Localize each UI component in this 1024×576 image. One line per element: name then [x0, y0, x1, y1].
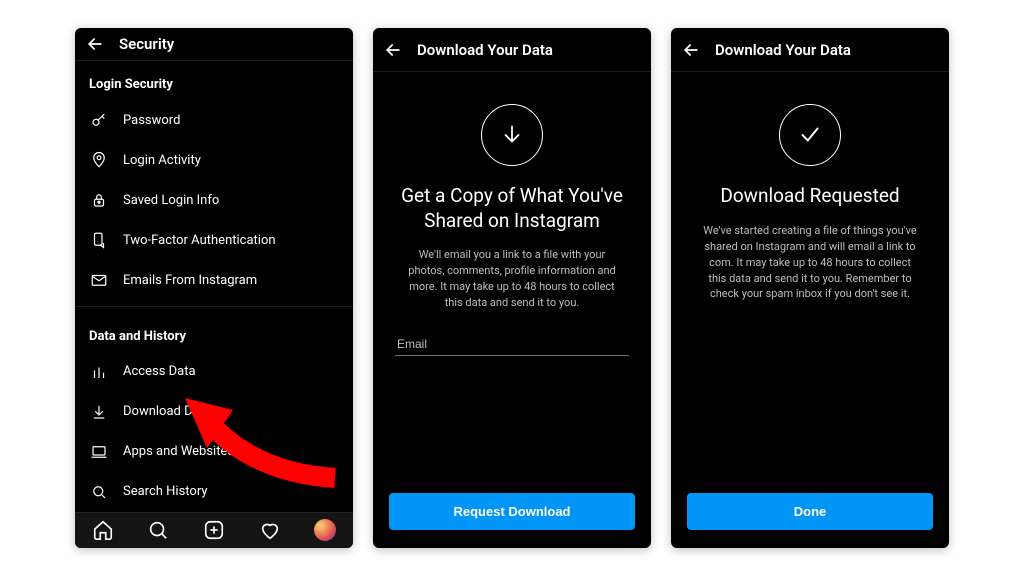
topbar: Download Your Data	[373, 28, 651, 72]
menu-item-label: Password	[123, 113, 180, 128]
request-download-button[interactable]: Request Download	[389, 493, 635, 530]
heading: Get a Copy of What You've Shared on Inst…	[395, 184, 629, 233]
search-nav-icon[interactable]	[147, 519, 169, 541]
done-button[interactable]: Done	[687, 493, 933, 530]
menu-item-label: Search History	[123, 484, 208, 499]
pin-icon	[89, 150, 109, 170]
menu-item-label: Access Data	[123, 364, 196, 379]
heading: Download Requested	[716, 184, 903, 209]
screen-security: Security Login Security Password Login A…	[75, 28, 353, 548]
menu-item-label: Download Data	[123, 404, 211, 419]
menu-item-label: Emails From Instagram	[123, 273, 257, 288]
laptop-icon	[89, 442, 109, 462]
content-area: Get a Copy of What You've Shared on Inst…	[373, 72, 651, 477]
menu-item-search-history[interactable]: Search History	[75, 472, 353, 512]
bottom-area: Done	[671, 477, 949, 548]
download-circle-icon	[481, 104, 543, 166]
profile-avatar[interactable]	[314, 519, 336, 541]
activity-icon[interactable]	[259, 519, 281, 541]
key-icon	[89, 110, 109, 130]
section-header-login-security: Login Security	[75, 61, 353, 100]
bottom-area: Request Download	[373, 477, 651, 548]
section-header-data-history: Data and History	[75, 313, 353, 352]
screen-download-requested: Download Your Data Download Requested We…	[671, 28, 949, 548]
bottom-nav	[75, 512, 353, 548]
shield-phone-icon	[89, 230, 109, 250]
lock-icon	[89, 190, 109, 210]
content-area: Download Requested We've started creatin…	[671, 72, 949, 477]
avatar	[314, 519, 336, 541]
menu-item-password[interactable]: Password	[75, 100, 353, 140]
envelope-icon	[89, 270, 109, 290]
page-title: Download Your Data	[715, 41, 851, 59]
download-icon	[89, 402, 109, 422]
menu-item-label: Apps and Websites	[123, 444, 234, 459]
screen-download-data: Download Your Data Get a Copy of What Yo…	[373, 28, 651, 548]
topbar: Download Your Data	[671, 28, 949, 72]
body-text: We've started creating a file of things …	[693, 223, 927, 303]
menu-item-saved-login-info[interactable]: Saved Login Info	[75, 180, 353, 220]
checkmark-circle-icon	[779, 104, 841, 166]
menu-item-apps-websites[interactable]: Apps and Websites	[75, 432, 353, 472]
back-icon[interactable]	[383, 40, 403, 60]
page-title: Download Your Data	[417, 41, 553, 59]
topbar: Security	[75, 28, 353, 61]
menu-item-label: Login Activity	[123, 153, 201, 168]
body-text: We'll email you a link to a file with yo…	[395, 247, 629, 311]
menu-item-access-data[interactable]: Access Data	[75, 352, 353, 392]
back-icon[interactable]	[85, 34, 105, 54]
divider	[75, 306, 353, 307]
email-field[interactable]	[395, 329, 629, 356]
new-post-icon[interactable]	[203, 519, 225, 541]
back-icon[interactable]	[681, 40, 701, 60]
menu-item-label: Two-Factor Authentication	[123, 233, 276, 248]
search-icon	[89, 482, 109, 502]
menu-item-download-data[interactable]: Download Data	[75, 392, 353, 432]
menu-item-label: Saved Login Info	[123, 193, 219, 208]
page-title: Security	[119, 35, 174, 53]
menu-item-login-activity[interactable]: Login Activity	[75, 140, 353, 180]
bars-icon	[89, 362, 109, 382]
menu-item-two-factor-auth[interactable]: Two-Factor Authentication	[75, 220, 353, 260]
home-icon[interactable]	[92, 519, 114, 541]
menu-item-emails-from-instagram[interactable]: Emails From Instagram	[75, 260, 353, 300]
